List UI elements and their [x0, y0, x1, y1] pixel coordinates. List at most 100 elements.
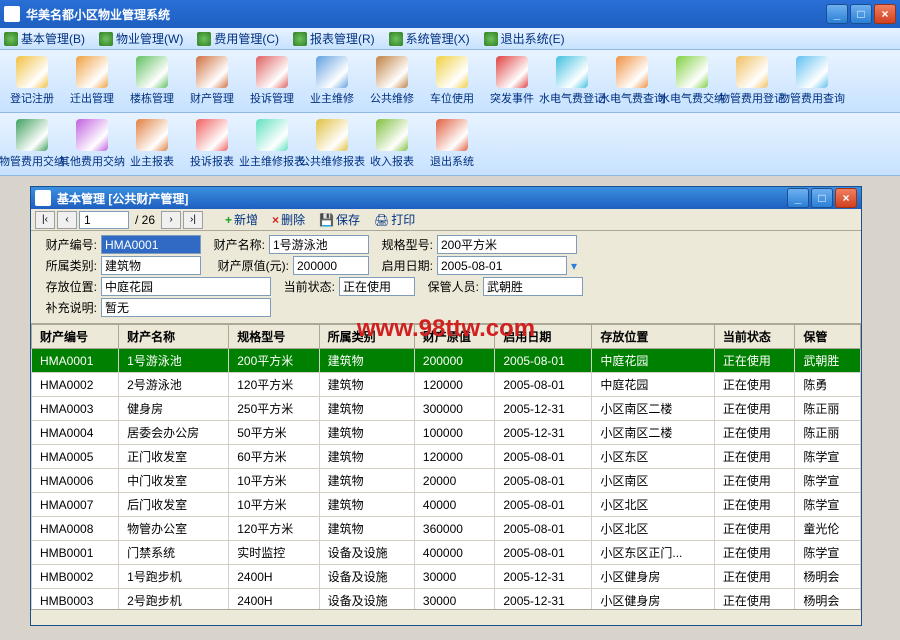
- menu-item-3[interactable]: 报表管理(R): [293, 30, 375, 47]
- tool-投诉管理[interactable]: 投诉管理: [242, 54, 302, 108]
- tool-物管费用交纳[interactable]: 物管费用交纳: [2, 117, 62, 171]
- field-orig[interactable]: [293, 256, 369, 275]
- menu-item-2[interactable]: 费用管理(C): [197, 30, 279, 47]
- table-row[interactable]: HMA0004居委会办公房50平方米建筑物1000002005-12-31小区南…: [32, 421, 861, 445]
- table-cell: 中门收发室: [119, 469, 229, 493]
- col-header[interactable]: 保管: [795, 325, 861, 349]
- table-cell: 建筑物: [319, 493, 414, 517]
- tool-收入报表[interactable]: 收入报表: [362, 117, 422, 171]
- tool-label: 投诉报表: [190, 153, 234, 169]
- grid-wrap[interactable]: 财产编号财产名称规格型号所属类别财产原值启用日期存放位置当前状态保管 HMA00…: [31, 324, 861, 609]
- col-header[interactable]: 规格型号: [229, 325, 319, 349]
- tool-楼栋管理[interactable]: 楼栋管理: [122, 54, 182, 108]
- last-page-button[interactable]: ›|: [183, 211, 203, 229]
- table-cell: 正在使用: [714, 469, 794, 493]
- table-cell: 陈勇: [795, 373, 861, 397]
- col-header[interactable]: 所属类别: [319, 325, 414, 349]
- tool-业主报表[interactable]: 业主报表: [122, 117, 182, 171]
- tool-label: 收入报表: [370, 153, 414, 169]
- menu-item-1[interactable]: 物业管理(W): [99, 30, 183, 47]
- label-cat: 所属类别:: [37, 257, 97, 274]
- table-cell: 2005-08-01: [495, 469, 592, 493]
- paginator: |‹ ‹ / 26 › ›| +新增 ×删除 💾保存 🖨打印: [31, 209, 861, 231]
- table-row[interactable]: HMA0005正门收发室60平方米建筑物1200002005-08-01小区东区…: [32, 445, 861, 469]
- tool-投诉报表[interactable]: 投诉报表: [182, 117, 242, 171]
- horizontal-scrollbar[interactable]: [31, 609, 861, 625]
- tool-icon: [256, 119, 288, 151]
- table-cell: 健身房: [119, 397, 229, 421]
- col-header[interactable]: 启用日期: [495, 325, 592, 349]
- tool-财产管理[interactable]: 财产管理: [182, 54, 242, 108]
- tool-业主维修报表[interactable]: 业主维修报表: [242, 117, 302, 171]
- next-page-button[interactable]: ›: [161, 211, 181, 229]
- child-close-button[interactable]: ×: [835, 188, 857, 208]
- col-header[interactable]: 财产编号: [32, 325, 119, 349]
- delete-button[interactable]: ×删除: [266, 211, 311, 229]
- menu-item-0[interactable]: 基本管理(B): [4, 30, 85, 47]
- save-button[interactable]: 💾保存: [313, 211, 366, 229]
- field-keeper[interactable]: [483, 277, 583, 296]
- col-header[interactable]: 存放位置: [592, 325, 715, 349]
- table-row[interactable]: HMA00011号游泳池200平方米建筑物2000002005-08-01中庭花…: [32, 349, 861, 373]
- table-row[interactable]: HMB0001门禁系统实时监控设备及设施4000002005-08-01小区东区…: [32, 541, 861, 565]
- tool-迁出管理[interactable]: 迁出管理: [62, 54, 122, 108]
- field-remark[interactable]: [101, 298, 271, 317]
- first-page-button[interactable]: |‹: [35, 211, 55, 229]
- field-loc[interactable]: [101, 277, 271, 296]
- table-row[interactable]: HMA00022号游泳池120平方米建筑物1200002005-08-01中庭花…: [32, 373, 861, 397]
- table-row[interactable]: HMA0006中门收发室10平方米建筑物200002005-08-01小区南区正…: [32, 469, 861, 493]
- usedate-dropdown-icon[interactable]: ▾: [571, 259, 577, 273]
- tool-公共维修[interactable]: 公共维修: [362, 54, 422, 108]
- child-maximize-button[interactable]: □: [811, 188, 833, 208]
- tool-突发事件[interactable]: 突发事件: [482, 54, 542, 108]
- tool-水电气费交纳[interactable]: 水电气费交纳: [662, 54, 722, 108]
- add-button[interactable]: +新增: [219, 211, 264, 229]
- tool-水电气费登记[interactable]: 水电气费登记: [542, 54, 602, 108]
- col-header[interactable]: 财产名称: [119, 325, 229, 349]
- field-status[interactable]: [339, 277, 415, 296]
- tool-icon: [796, 56, 828, 88]
- tool-label: 业主维修: [310, 90, 354, 106]
- tool-登记注册[interactable]: 登记注册: [2, 54, 62, 108]
- table-row[interactable]: HMA0003健身房250平方米建筑物3000002005-12-31小区南区二…: [32, 397, 861, 421]
- field-spec[interactable]: [437, 235, 577, 254]
- menu-item-4[interactable]: 系统管理(X): [389, 30, 470, 47]
- page-input[interactable]: [79, 211, 129, 229]
- tool-icon: [376, 119, 408, 151]
- table-row[interactable]: HMA0008物管办公室120平方米建筑物3600002005-08-01小区北…: [32, 517, 861, 541]
- table-cell: 250平方米: [229, 397, 319, 421]
- tool-公共维修报表[interactable]: 公共维修报表: [302, 117, 362, 171]
- close-button[interactable]: ×: [874, 4, 896, 24]
- tool-其他费用交纳[interactable]: 其他费用交纳: [62, 117, 122, 171]
- col-header[interactable]: 当前状态: [714, 325, 794, 349]
- table-cell: 小区东区: [592, 445, 715, 469]
- tool-物管费用登记[interactable]: 物管费用登记: [722, 54, 782, 108]
- print-button[interactable]: 🖨打印: [368, 211, 421, 229]
- tool-退出系统[interactable]: 退出系统: [422, 117, 482, 171]
- menu-icon: [99, 32, 113, 46]
- tool-label: 车位使用: [430, 90, 474, 106]
- table-row[interactable]: HMB00021号跑步机2400H设备及设施300002005-12-31小区健…: [32, 565, 861, 589]
- child-minimize-button[interactable]: _: [787, 188, 809, 208]
- table-row[interactable]: HMA0007后门收发室10平方米建筑物400002005-08-01小区北区正…: [32, 493, 861, 517]
- field-name[interactable]: [269, 235, 369, 254]
- table-cell: 2005-08-01: [495, 493, 592, 517]
- prev-page-button[interactable]: ‹: [57, 211, 77, 229]
- field-code[interactable]: [101, 235, 201, 254]
- table-cell: 30000: [414, 565, 494, 589]
- menu-item-5[interactable]: 退出系统(E): [484, 30, 565, 47]
- tool-业主维修[interactable]: 业主维修: [302, 54, 362, 108]
- minimize-button[interactable]: _: [826, 4, 848, 24]
- field-usedate[interactable]: [437, 256, 567, 275]
- table-cell: 20000: [414, 469, 494, 493]
- tool-label: 迁出管理: [70, 90, 114, 106]
- field-cat[interactable]: [101, 256, 201, 275]
- tool-水电气费查询[interactable]: 水电气费查询: [602, 54, 662, 108]
- tool-物管费用查询[interactable]: 物管费用查询: [782, 54, 842, 108]
- tool-label: 业主报表: [130, 153, 174, 169]
- tool-车位使用[interactable]: 车位使用: [422, 54, 482, 108]
- label-status: 当前状态:: [275, 278, 335, 295]
- col-header[interactable]: 财产原值: [414, 325, 494, 349]
- maximize-button[interactable]: □: [850, 4, 872, 24]
- table-cell: 120000: [414, 373, 494, 397]
